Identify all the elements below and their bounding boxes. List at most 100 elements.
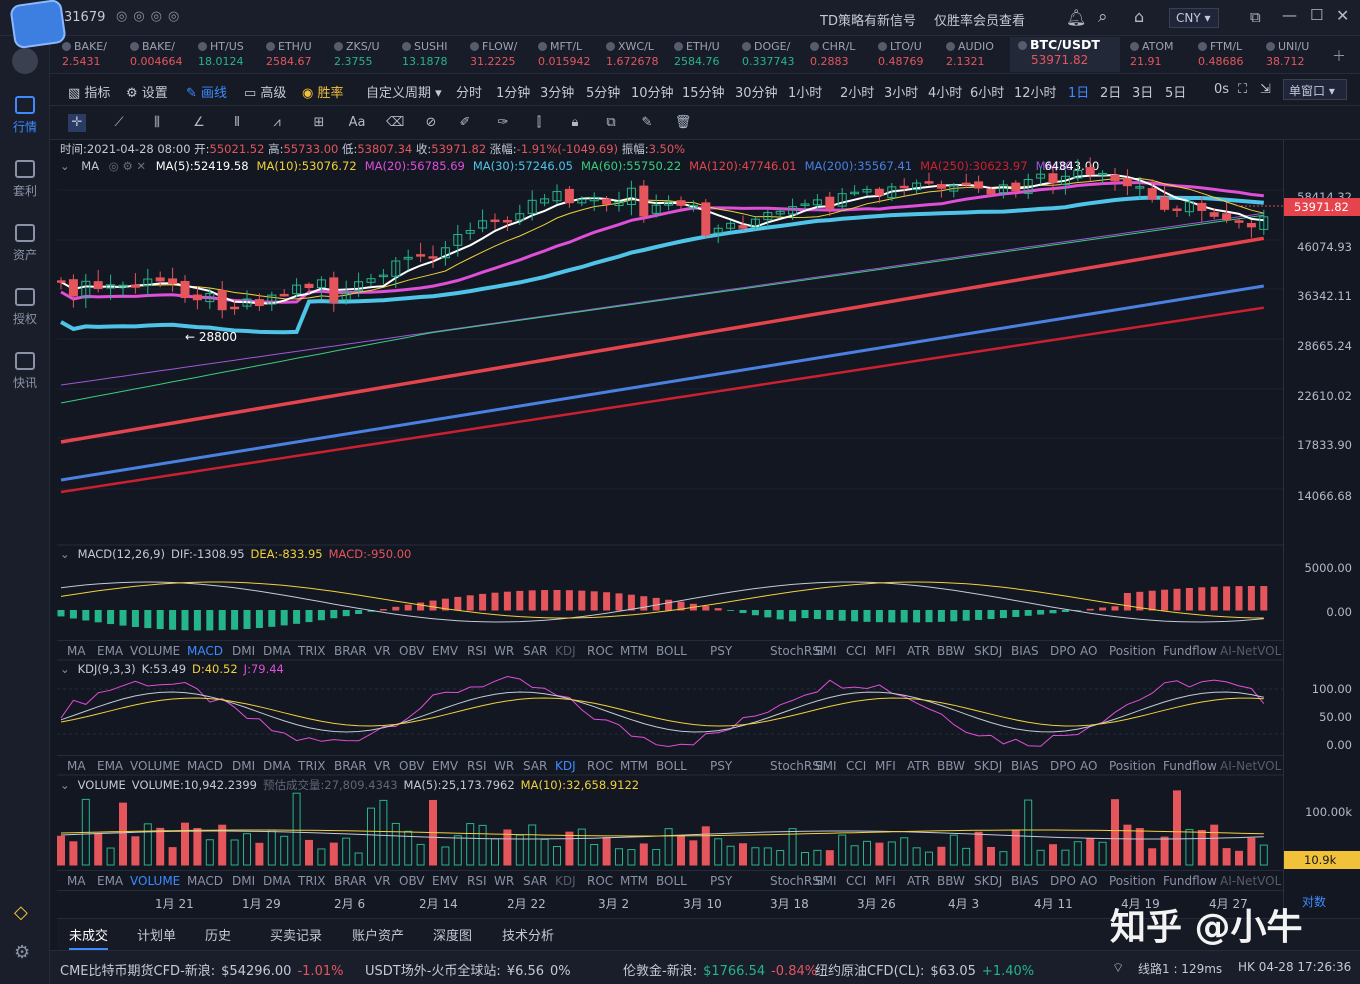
indicator-tab[interactable]: BBW — [937, 874, 965, 888]
bottom-tab[interactable]: 计划单 — [137, 925, 176, 944]
eraser-icon[interactable]: ⌫ — [386, 114, 404, 132]
indicator-tab[interactable]: SAR — [523, 644, 547, 658]
indicator-tab[interactable]: VOLUME — [130, 644, 180, 658]
period-tab[interactable]: 1小时 — [788, 82, 822, 101]
indicator-tab[interactable]: TRIX — [298, 874, 325, 888]
indicator-tab[interactable]: EMV — [432, 874, 458, 888]
indicator-tab[interactable]: PSY — [710, 874, 732, 888]
period-tab[interactable]: 5分钟 — [586, 82, 620, 101]
sidebar-item-auth[interactable]: 授权 — [0, 280, 50, 340]
ticker-item[interactable]: MFT/L 0.015942 — [538, 39, 591, 71]
period-tab[interactable]: 30分钟 — [735, 82, 778, 101]
fib-tool-icon[interactable]: ⫴ — [228, 114, 246, 132]
indicator-tab[interactable]: MA — [67, 759, 86, 773]
winrate-button[interactable]: ◉ 胜率 — [302, 82, 344, 101]
indicator-tab[interactable]: VOLUME — [130, 759, 180, 773]
crosshair-icon[interactable]: ✛ — [68, 114, 86, 132]
indicator-tab[interactable]: MACD — [187, 874, 223, 888]
indicator-tab[interactable]: ROC — [587, 644, 613, 658]
indicator-tab[interactable]: DMA — [263, 874, 291, 888]
indicator-tab[interactable]: MACD — [187, 759, 223, 773]
indicator-tab[interactable]: TRIX — [298, 759, 325, 773]
sidebar-item-market[interactable]: 行情 — [0, 88, 50, 148]
rect-tool-icon[interactable]: ⊞ — [310, 114, 328, 132]
indicator-tab[interactable]: DMA — [263, 644, 291, 658]
indicator-tab[interactable]: Position — [1109, 759, 1156, 773]
advanced-button[interactable]: ▭ 高级 — [244, 82, 286, 101]
hide-icon[interactable]: ⊘ — [422, 114, 440, 132]
ticker-item[interactable]: SUSHI 13.1878 — [402, 39, 448, 71]
indicator-tab[interactable]: AO — [1080, 874, 1097, 888]
lock-icon[interactable]: 🔒︎ — [566, 114, 584, 132]
collapse-icon[interactable]: ⌄ — [60, 778, 70, 792]
sidebar-item-arbitrage[interactable]: 套利 — [0, 152, 50, 212]
indicator-tab[interactable]: EMA — [97, 874, 123, 888]
period-tab[interactable]: 3小时 — [884, 82, 918, 101]
notice-sub[interactable]: 仅胜率会员查看 — [934, 10, 1025, 29]
sidebar-item-news[interactable]: 快讯 — [0, 344, 50, 404]
indicator-tab[interactable]: SMI — [815, 759, 837, 773]
indicator-tab[interactable]: BOLL — [656, 759, 687, 773]
ticker-item[interactable]: BTC/USDT 53971.82 — [1010, 37, 1120, 72]
indicator-tab[interactable]: EMV — [432, 644, 458, 658]
pen-icon[interactable]: ✐ — [456, 114, 474, 132]
minimize-icon[interactable]: — — [1282, 6, 1297, 24]
indicator-tab[interactable]: ATR — [907, 759, 930, 773]
maximize-icon[interactable]: ☐ — [1310, 6, 1323, 24]
ticker-item[interactable]: ETH/U 2584.76 — [674, 39, 720, 71]
indicator-tab[interactable]: BBW — [937, 759, 965, 773]
bottom-tab[interactable]: 深度图 — [433, 925, 472, 944]
diamond-icon[interactable]: ◇ — [14, 902, 28, 923]
indicator-tab[interactable]: ROC — [587, 759, 613, 773]
ticker-item[interactable]: ZKS/U 2.3755 — [334, 39, 380, 71]
ticker-item[interactable]: AUDIO 2.1321 — [946, 39, 994, 71]
indicator-tab[interactable]: DMI — [232, 644, 255, 658]
period-tab[interactable]: 4小时 — [928, 82, 962, 101]
indicator-tab[interactable]: MTM — [620, 874, 648, 888]
indicator-tab[interactable]: OBV — [399, 874, 425, 888]
indicator-tab[interactable]: BRAR — [334, 759, 367, 773]
indicator-tab[interactable]: Position — [1109, 874, 1156, 888]
log-scale-toggle[interactable]: 对数 — [1302, 893, 1326, 910]
indicator-tab[interactable]: EMV — [432, 759, 458, 773]
indicator-tab[interactable]: WR — [494, 874, 514, 888]
indicator-tab[interactable]: WR — [494, 644, 514, 658]
period-tab[interactable]: 1日 — [1068, 82, 1089, 101]
indicator-tab[interactable]: SMI — [815, 874, 837, 888]
currency-select[interactable]: CNY ▾ — [1169, 8, 1219, 28]
indicator-tab[interactable]: MFI — [875, 759, 896, 773]
bottom-tab[interactable]: 技术分析 — [502, 925, 554, 944]
indicator-tab[interactable]: RSI — [467, 874, 487, 888]
ticker-item[interactable]: XWC/L 1.672678 — [606, 39, 659, 71]
indicator-tab[interactable]: SKDJ — [974, 874, 1002, 888]
indicator-tab[interactable]: AO — [1080, 644, 1097, 658]
ticker-item[interactable]: CHR/L 0.2883 — [810, 39, 855, 71]
ticker-item[interactable]: DOGE/0.337743 — [742, 39, 795, 71]
notice-text[interactable]: TD策略有新信号 — [820, 10, 916, 29]
market-quote[interactable]: USDT场外-火币全球站: ¥6.56 0% — [365, 960, 571, 979]
ticker-item[interactable]: FTM/L 0.48686 — [1198, 39, 1244, 71]
indicator-tab[interactable]: SAR — [523, 759, 547, 773]
settings-button[interactable]: ⚙ 设置 — [126, 82, 168, 101]
indicator-tab[interactable]: EMA — [97, 644, 123, 658]
period-tab[interactable]: 2日 — [1100, 82, 1121, 101]
indicator-tab[interactable]: AI-NetVOL — [1220, 644, 1281, 658]
bottom-tab[interactable]: 买卖记录 — [270, 925, 322, 944]
indicator-tab[interactable]: BIAS — [1011, 759, 1039, 773]
indicator-tab[interactable]: MACD — [187, 644, 223, 658]
bottom-tab[interactable]: 账户资产 — [352, 925, 404, 944]
draw-button[interactable]: ✎ 画线 — [186, 82, 227, 101]
period-tab[interactable]: 5日 — [1165, 82, 1186, 101]
indicator-tab[interactable]: VOLUME — [130, 874, 180, 888]
indicator-tab[interactable]: RSI — [467, 644, 487, 658]
indicator-tab[interactable]: MFI — [875, 644, 896, 658]
indicator-tab[interactable]: ROC — [587, 874, 613, 888]
ticker-item[interactable]: BAKE/2.5431 — [62, 39, 107, 71]
ticker-item[interactable]: FLOW/31.2225 — [470, 39, 517, 71]
ticker-item[interactable]: ATOM 21.91 — [1130, 39, 1174, 71]
angle-tool-icon[interactable]: ∠ — [190, 114, 208, 132]
trash-icon[interactable]: 🗑︎ — [674, 114, 692, 132]
indicator-tab[interactable]: OBV — [399, 644, 425, 658]
collapse-icon[interactable]: ⌄ — [60, 547, 70, 561]
indicator-tab[interactable]: DMA — [263, 759, 291, 773]
